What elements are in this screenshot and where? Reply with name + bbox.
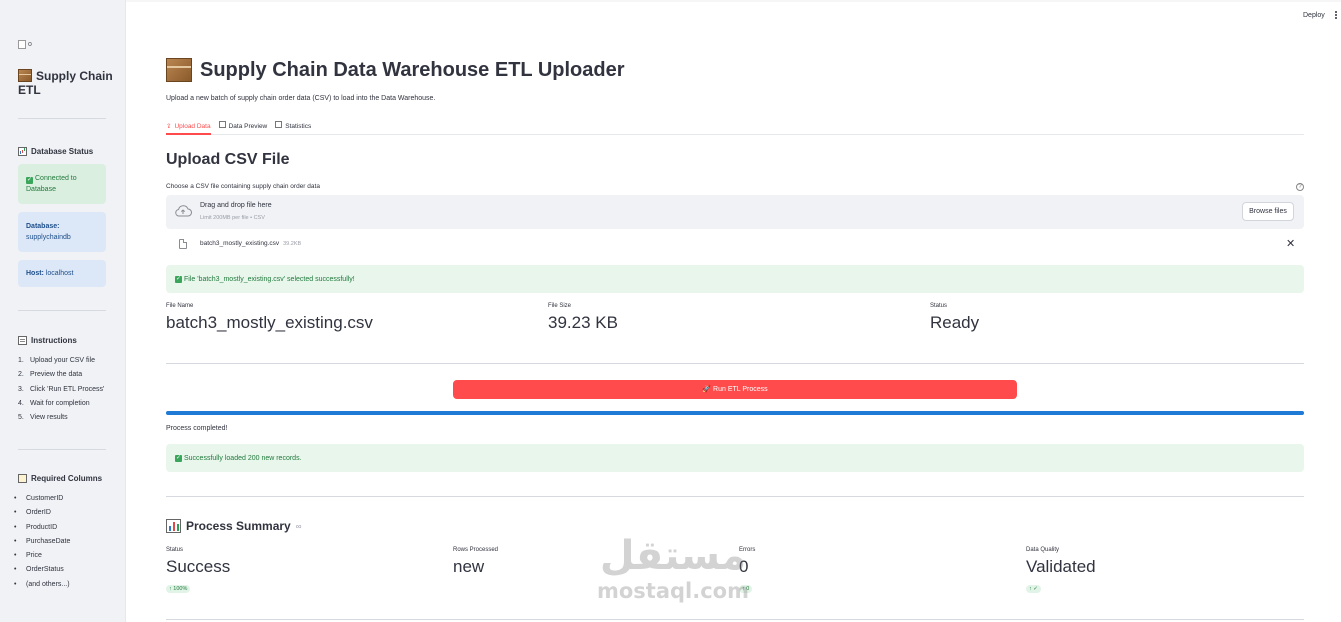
list-item: • (and others...) [14, 580, 70, 588]
chart-icon [275, 121, 283, 128]
tab-data-preview[interactable]: Data Preview [218, 118, 267, 135]
progress-bar [166, 411, 1304, 415]
package-icon [18, 69, 32, 82]
uploader-label: Choose a CSV file containing supply chai… [166, 183, 320, 190]
page-title: Supply Chain Data Warehouse ETL Uploader [166, 58, 625, 82]
check-icon: ✓ [175, 454, 182, 462]
list-item: 1. Upload your CSV file [18, 357, 95, 364]
help-icon[interactable]: ? [1296, 183, 1304, 191]
grid-icon [218, 121, 226, 128]
instructions-heading: Instructions [18, 336, 77, 345]
progress-fill [166, 411, 1304, 415]
delta-badge: ↑ 100% [166, 585, 191, 593]
tab-bar: ⇪ Upload Data Data Preview Statistics [166, 118, 1304, 135]
instructions-list: 1. Upload your CSV file 2. Preview the dat… [18, 354, 104, 425]
summary-errors: Errors 0 ↑ 0 [739, 547, 756, 593]
logo-image: o [18, 40, 32, 49]
list-item: • PurchaseDate [14, 537, 71, 545]
tab-statistics[interactable]: Statistics [275, 118, 311, 135]
package-icon [166, 58, 192, 82]
metric-file-size: File Size 39.23 KB [548, 303, 618, 332]
file-icon [179, 239, 187, 249]
summary-status: Status Success ↑ 100% [166, 547, 231, 593]
metric-status: Status Ready [930, 303, 980, 332]
host-card: Host: localhost [18, 260, 106, 287]
check-icon: ✓ [175, 275, 182, 283]
required-columns-list: • CustomerID • OrderID • ProductID • Purchas… [14, 492, 70, 592]
divider [166, 619, 1304, 620]
sidebar-divider [18, 449, 106, 450]
list-item: 4. Wait for completion [18, 399, 90, 407]
broken-image-icon [18, 40, 26, 49]
metric-file-name: File Name batch3_mostly_existing.csv [166, 303, 373, 332]
sidebar: o Supply Chain ETL Database Status ✓ Conn… [0, 0, 126, 622]
file-name: batch3_mostly_existing.csv [200, 240, 280, 247]
list-item: • ProductID [14, 523, 58, 531]
process-summary-heading: Process Summary ∞ [166, 519, 301, 533]
database-card: Database: supplychaindb [18, 212, 106, 252]
list-item: 2. Preview the data [18, 371, 83, 379]
main-menu-icon[interactable] [1335, 11, 1337, 20]
load-success-alert: ✓ Successfully loaded 200 new records. [166, 444, 1304, 472]
run-etl-button[interactable]: 🚀 Run ETL Process [453, 380, 1017, 399]
upload-heading: Upload CSV File [166, 151, 290, 168]
connected-status-card: ✓ Connected to Database [18, 164, 106, 204]
bar-chart-icon [166, 519, 181, 533]
summary-rows-processed: Rows Processed new [453, 547, 499, 576]
upload-icon: ⇪ [166, 123, 172, 130]
deploy-button[interactable]: Deploy [1303, 12, 1325, 19]
list-item: • OrderStatus [14, 566, 64, 574]
db-status-heading: Database Status [18, 147, 93, 156]
list-item: 3. Click 'Run ETL Process' [18, 385, 105, 393]
bar-chart-icon [18, 147, 27, 156]
delta-badge: ↑ 0 [739, 585, 753, 593]
remove-file-icon[interactable]: ✕ [1286, 237, 1295, 250]
memo-icon [18, 336, 27, 345]
browse-files-button[interactable]: Browse files [1242, 202, 1294, 221]
anchor-link-icon[interactable]: ∞ [296, 522, 302, 531]
rocket-icon: 🚀 [702, 386, 714, 393]
delta-badge: ↑ ✓ [1026, 585, 1041, 593]
uploaded-file-row: batch3_mostly_existing.csv 39.2KB ✕ [166, 236, 1304, 252]
process-status-text: Process completed! [166, 425, 228, 432]
list-item: 5. View results [18, 414, 68, 422]
sidebar-divider [18, 310, 106, 311]
header-bar [126, 0, 1341, 2]
tab-upload-data[interactable]: ⇪ Upload Data [166, 118, 211, 135]
list-item: • CustomerID [14, 495, 64, 502]
file-selected-alert: ✓ File 'batch3_mostly_existing.csv' selec… [166, 265, 1304, 293]
dropzone-instructions: Drag and drop file here [200, 202, 272, 209]
summary-data-quality: Data Quality Validated ↑ ✓ [1026, 547, 1096, 593]
watermark: مستقل mostaql.com [597, 533, 749, 603]
divider [166, 363, 1304, 364]
file-dropzone[interactable]: Drag and drop file here Limit 200MB per … [166, 195, 1304, 229]
sidebar-divider [18, 118, 106, 119]
dropzone-limit: Limit 200MB per file • CSV [200, 215, 265, 221]
sidebar-title: Supply Chain ETL [18, 69, 113, 97]
required-columns-heading: Required Columns [18, 474, 102, 483]
file-size: 39.2KB [283, 241, 302, 247]
divider [166, 496, 1304, 497]
list-item: • Price [14, 552, 42, 560]
page-subtitle: Upload a new batch of supply chain order… [166, 95, 436, 102]
check-icon: ✓ [26, 177, 33, 184]
list-item: • OrderID [14, 509, 51, 517]
clipboard-icon [18, 474, 27, 483]
cloud-upload-icon [175, 205, 192, 217]
